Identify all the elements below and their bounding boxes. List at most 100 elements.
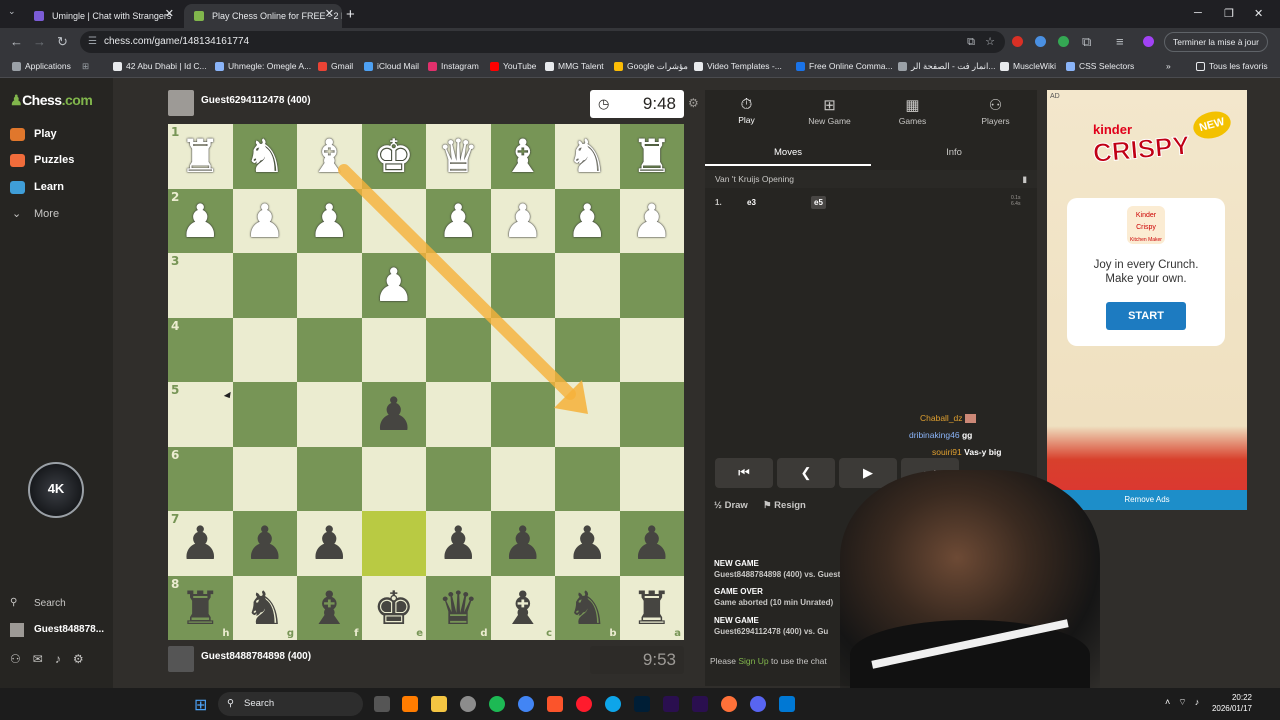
board-square[interactable]: ♝ xyxy=(490,124,555,189)
book-icon[interactable]: ▮ xyxy=(1022,170,1027,188)
board-square[interactable] xyxy=(297,382,362,447)
board-square[interactable]: b ♞ xyxy=(555,575,620,640)
board-square[interactable]: ♛ xyxy=(426,124,491,189)
sidebar-item-puzzles[interactable]: Puzzles xyxy=(10,154,74,167)
white-knight-piece[interactable]: ♞ xyxy=(567,133,608,179)
board-square[interactable] xyxy=(555,382,620,447)
board-square[interactable] xyxy=(426,382,491,447)
board-square[interactable] xyxy=(490,382,555,447)
tab-games[interactable]: ▦ Games xyxy=(871,96,954,126)
bookmark-item[interactable]: CSS Selectors xyxy=(1066,61,1134,71)
black-king-piece[interactable]: ♚ xyxy=(373,585,414,631)
maximize-icon[interactable]: ❐ xyxy=(1224,7,1234,20)
bookmark-item[interactable]: MMG Talent xyxy=(545,61,604,71)
profile-avatar[interactable] xyxy=(1143,36,1154,47)
settings-icon[interactable] xyxy=(460,696,476,712)
board-square[interactable] xyxy=(361,511,426,576)
tab-players[interactable]: ⚇ Players xyxy=(954,96,1037,126)
white-pawn-piece[interactable]: ♟ xyxy=(567,198,608,244)
board-square[interactable] xyxy=(232,253,297,318)
bookmark-item[interactable]: Free Online Comma... xyxy=(796,61,893,71)
install-icon[interactable]: ⧉ xyxy=(967,31,975,53)
advertisement[interactable]: AD kinder CRISPY NEW Kinder Crispy Kitchen… xyxy=(1047,90,1247,510)
board-square[interactable] xyxy=(426,317,491,382)
after-effects-icon[interactable] xyxy=(663,696,679,712)
board-square[interactable]: 6 xyxy=(168,446,233,511)
board-square[interactable]: ♟ xyxy=(555,188,620,253)
board-square[interactable]: 7 ♟ xyxy=(168,511,233,576)
chesscom-logo[interactable]: ♟Chess.com xyxy=(10,92,93,109)
board-square[interactable] xyxy=(361,317,426,382)
board-square[interactable]: ♟ xyxy=(232,188,297,253)
board-square[interactable]: ♟ xyxy=(490,188,555,253)
bookmark-item[interactable]: Instagram xyxy=(428,61,479,71)
discord-icon[interactable] xyxy=(750,696,766,712)
bookmark-item[interactable]: Uhmegle: Omegle A... xyxy=(215,61,311,71)
board-square[interactable]: ♝ xyxy=(297,124,362,189)
photoshop-icon[interactable] xyxy=(634,696,650,712)
address-bar[interactable]: ☰ chess.com/game/148134161774 ⧉ ☆ xyxy=(80,31,1005,53)
board-square[interactable]: e ♚ xyxy=(361,575,426,640)
bookmark-item[interactable]: iCloud Mail xyxy=(364,61,419,71)
forward-icon[interactable]: → xyxy=(33,34,46,49)
board-square[interactable]: ♟ xyxy=(619,511,684,576)
white-king-piece[interactable]: ♚ xyxy=(373,133,414,179)
white-rook-piece[interactable]: ♜ xyxy=(631,133,672,179)
bookmark-star-icon[interactable]: ☆ xyxy=(985,31,995,53)
outlook-icon[interactable] xyxy=(779,696,795,712)
board-square[interactable]: c ♝ xyxy=(490,575,555,640)
white-pawn-piece[interactable]: ♟ xyxy=(309,198,350,244)
black-pawn-piece[interactable]: ♟ xyxy=(438,520,479,566)
close-window-icon[interactable]: ✕ xyxy=(1254,7,1263,20)
board-square[interactable]: ♞ xyxy=(555,124,620,189)
edge-icon[interactable] xyxy=(605,696,621,712)
board-square[interactable]: ♟ xyxy=(361,253,426,318)
sidebar-item-more[interactable]: ⌄ More xyxy=(10,208,59,220)
tab-new-game[interactable]: ⊞ New Game xyxy=(788,96,871,126)
board-square[interactable]: a ♜ xyxy=(619,575,684,640)
board-square[interactable] xyxy=(297,253,362,318)
media-icon[interactable]: ≡ xyxy=(1116,34,1124,49)
board-square[interactable] xyxy=(361,446,426,511)
board-square[interactable]: ♟ xyxy=(619,188,684,253)
white-knight-piece[interactable]: ♞ xyxy=(244,133,285,179)
board-square[interactable] xyxy=(426,253,491,318)
board-square[interactable] xyxy=(297,446,362,511)
chrome-icon[interactable] xyxy=(518,696,534,712)
board-square[interactable] xyxy=(619,382,684,447)
subtab-info[interactable]: Info xyxy=(871,142,1037,166)
chess-board[interactable]: 1 ♜ ♞ ♝ ♚ ♛ ♝ ♞ ♜ 2 ♟ ♟ ♟ ♟ ♟ ♟ ♟ 3 ♟ 4 5 ♟ 6 7 ♟ ♟ ♟ ♟ ♟ ♟ ♟ 8 h ♜ g ♞ f ♝ e ♚… xyxy=(168,124,684,640)
board-square[interactable]: d ♛ xyxy=(426,575,491,640)
white-pawn-piece[interactable]: ♟ xyxy=(373,262,414,308)
taskbar-search[interactable]: ⚲ Search xyxy=(218,692,363,716)
bookmark-item[interactable]: YouTube xyxy=(490,61,536,71)
bookmark-item[interactable]: 42 Abu Dhabi | Id C... xyxy=(113,61,207,71)
previous-move-button[interactable]: ❮ xyxy=(777,458,835,488)
file-explorer-icon[interactable] xyxy=(431,696,447,712)
board-square[interactable]: ♟ xyxy=(426,188,491,253)
board-square[interactable] xyxy=(232,382,297,447)
white-pawn-piece[interactable]: ♟ xyxy=(244,198,285,244)
black-knight-piece[interactable]: ♞ xyxy=(567,585,608,631)
board-square[interactable]: ♞ xyxy=(232,124,297,189)
ad-start-button[interactable]: START xyxy=(1106,302,1186,330)
board-settings-gear-icon[interactable]: ⚙ xyxy=(688,96,699,110)
board-square[interactable] xyxy=(619,446,684,511)
spotify-icon[interactable] xyxy=(489,696,505,712)
board-square[interactable] xyxy=(297,317,362,382)
white-rook-piece[interactable]: ♜ xyxy=(180,133,221,179)
close-tab-icon[interactable]: ✕ xyxy=(325,4,334,24)
sidebar-item-play[interactable]: Play xyxy=(10,128,57,141)
white-pawn-piece[interactable]: ♟ xyxy=(631,198,672,244)
black-pawn-piece[interactable]: ♟ xyxy=(244,520,285,566)
extension-icon[interactable] xyxy=(1035,36,1046,47)
tab-umingle[interactable]: Umingle | Chat with Strangers ✕ xyxy=(24,4,182,28)
bookmark-item[interactable]: Gmail xyxy=(318,61,353,71)
bookmark-item[interactable]: Applications xyxy=(12,61,71,71)
sign-up-link[interactable]: Sign Up xyxy=(738,656,768,666)
board-square[interactable] xyxy=(490,253,555,318)
white-pawn-piece[interactable]: ♟ xyxy=(180,198,221,244)
tab-search-icon[interactable]: ⌄ xyxy=(8,6,16,17)
system-tray-icons[interactable]: ˄⌔♪ xyxy=(1165,697,1207,708)
windows-start-icon[interactable]: ⊞ xyxy=(194,695,207,715)
